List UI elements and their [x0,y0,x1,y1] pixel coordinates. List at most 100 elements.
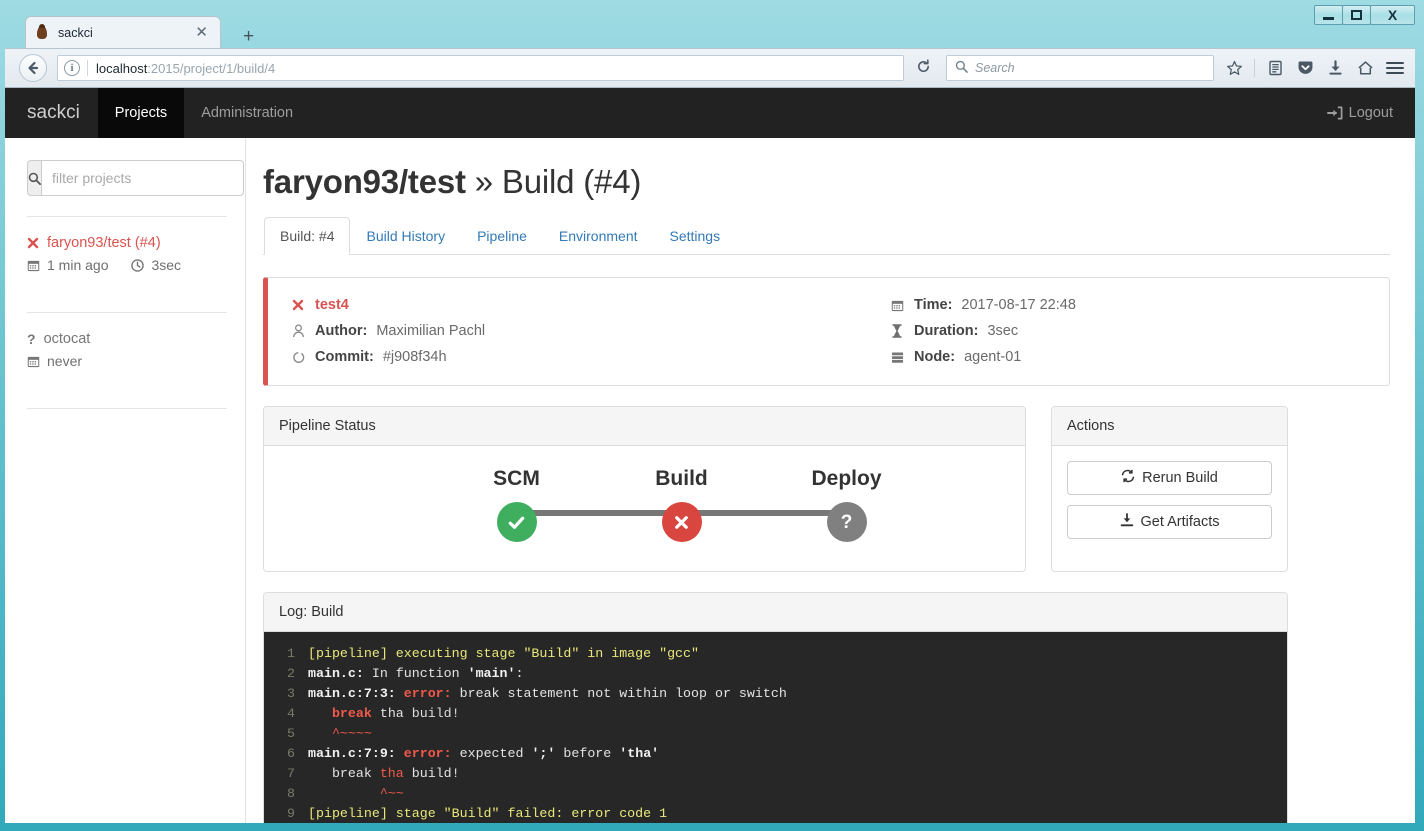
browser-search-placeholder: Search [975,61,1015,75]
page-title-separator: » [474,163,493,200]
rerun-build-button[interactable]: Rerun Build [1067,461,1272,496]
log-span: main.c: [308,666,364,682]
log-span: break statement not within loop or switc… [451,686,787,702]
browser-search-box[interactable]: Search [946,55,1214,81]
app-navbar-right: Logout [1326,88,1415,138]
pipeline-stage-scm[interactable]: SCM [434,467,599,543]
duration-value: 3sec [987,323,1019,340]
browser-tab[interactable]: sackci ✕ [25,16,221,48]
tab-title: sackci [58,25,93,40]
back-arrow-icon [28,61,39,75]
build-info-left: test4 Author: Maximilian Pachl Commit: #… [290,292,871,370]
log-span: build! [411,706,460,722]
log-line-number: 1 [287,646,295,662]
tab-settings[interactable]: Settings [654,217,737,255]
tab-environment[interactable]: Environment [543,217,654,255]
url-host: localhost [96,60,148,76]
log-line: 5 ^~~~~ [264,724,1287,744]
library-icon[interactable] [1261,53,1289,83]
browser-navbar: i localhost:2015/project/1/build/4 Searc… [5,48,1415,88]
log-span: 'main' [467,666,516,682]
calendar-icon [889,299,905,312]
search-icon [27,160,41,196]
commit-icon [290,351,306,364]
get-artifacts-button[interactable]: Get Artifacts [1067,505,1272,540]
app-brand[interactable]: sackci [5,88,98,138]
project-meta-row: never [27,353,227,369]
nav-item-projects[interactable]: Projects [97,88,185,138]
time-value: 2017-08-17 22:48 [961,297,1076,314]
pipeline-panel-heading: Pipeline Status [264,407,1025,447]
log-line-text: main.c:7:3: error: break statement not w… [308,684,787,704]
project-title-row: faryon93/test (#4) [27,235,227,251]
filter-projects-input[interactable] [41,160,244,196]
sidebar-project-item[interactable]: faryon93/test (#4) 1 min ago 3sec [27,217,227,292]
new-tab-button[interactable]: + [243,27,254,46]
log-panel: Log: Build 1 [pipeline] executing stage "… [263,592,1288,823]
stage-label: Deploy [811,467,882,491]
build-name: test4 [315,297,349,314]
actions-panel-body: Rerun Build Get Artifacts [1052,446,1287,554]
logout-button[interactable]: Logout [1326,105,1393,121]
author-value: Maximilian Pachl [376,323,486,340]
pipeline-stage-build[interactable]: Build [599,467,764,543]
bookmark-star-icon[interactable] [1220,53,1248,83]
node-label: Node: [914,349,956,366]
browser-tabstrip: sackci ✕ + [5,8,1415,48]
log-line-text: ^~~~~ [308,724,372,744]
filter-projects-group [27,160,244,196]
log-line: 3 main.c:7:3: error: break statement not … [264,684,1287,704]
log-span: before [555,746,620,762]
log-line: 4 break tha build! [264,704,1287,724]
actions-panel: Actions Rerun Build Get Artifacts [1051,406,1288,573]
reload-icon [917,58,929,72]
project-link[interactable]: faryon93/test (#4) [47,235,161,251]
url-path: :2015/project/1/build/4 [147,60,276,76]
pipeline-status-panel: Pipeline Status SCM Build Deploy ? [263,406,1026,573]
nav-item-administration[interactable]: Administration [184,88,310,138]
back-button[interactable] [19,54,47,82]
log-line: 9 [pipeline] stage "Build" failed: error … [264,804,1287,823]
home-icon[interactable] [1351,53,1379,83]
os-window: X sackci ✕ + i localhost:2015/project/1/… [0,0,1424,831]
pipeline-stage-deploy[interactable]: Deploy ? [764,467,929,543]
log-output[interactable]: 1 [pipeline] executing stage "Build" in i… [264,632,1287,823]
reload-button[interactable] [908,58,938,78]
actions-panel-heading: Actions [1052,407,1287,447]
pipeline-panel-body: SCM Build Deploy ? [264,446,1025,571]
hamburger-menu-icon[interactable] [1381,53,1409,83]
log-span: build! [403,766,460,782]
tab-build[interactable]: Build: #4 [264,217,351,256]
project-link[interactable]: octocat [44,331,91,347]
log-span: break [331,706,372,722]
build-author-row: Author: Maximilian Pachl [290,318,871,344]
browser-toolbar-icons [1220,53,1409,83]
log-line-number: 4 [287,706,295,722]
log-span: ^~~ [308,786,404,802]
log-span: main.c:7:3: [308,686,404,702]
log-line-text: break tha build! [308,764,460,784]
pocket-icon[interactable] [1291,53,1319,83]
app-navbar: sackci Projects Administration Logout [5,88,1415,138]
tab-close-icon[interactable]: ✕ [191,25,212,40]
log-span: expected [451,746,532,762]
site-identity-icon[interactable]: i [64,60,80,76]
downloads-icon[interactable] [1321,53,1349,83]
tab-pipeline[interactable]: Pipeline [461,217,543,255]
log-span: tha [379,766,404,782]
log-line-number: 3 [287,686,295,702]
calendar-icon [27,355,40,368]
log-line: 7 break tha build! [264,764,1287,784]
page-title: faryon93/test » Build (#4) [263,163,1390,200]
tab-build-history[interactable]: Build History [350,217,461,255]
project-time: never [47,353,83,369]
log-line-number: 2 [287,666,295,682]
project-title-row: ? octocat [27,331,227,347]
search-icon [955,60,968,76]
log-span [308,706,332,721]
url-bar[interactable]: i localhost:2015/project/1/build/4 [57,55,904,81]
sidebar-project-item[interactable]: ? octocat never [27,313,227,388]
author-label: Author: [315,323,368,340]
build-node-row: Node: agent-01 [889,344,1371,370]
log-span: error: [403,686,452,702]
